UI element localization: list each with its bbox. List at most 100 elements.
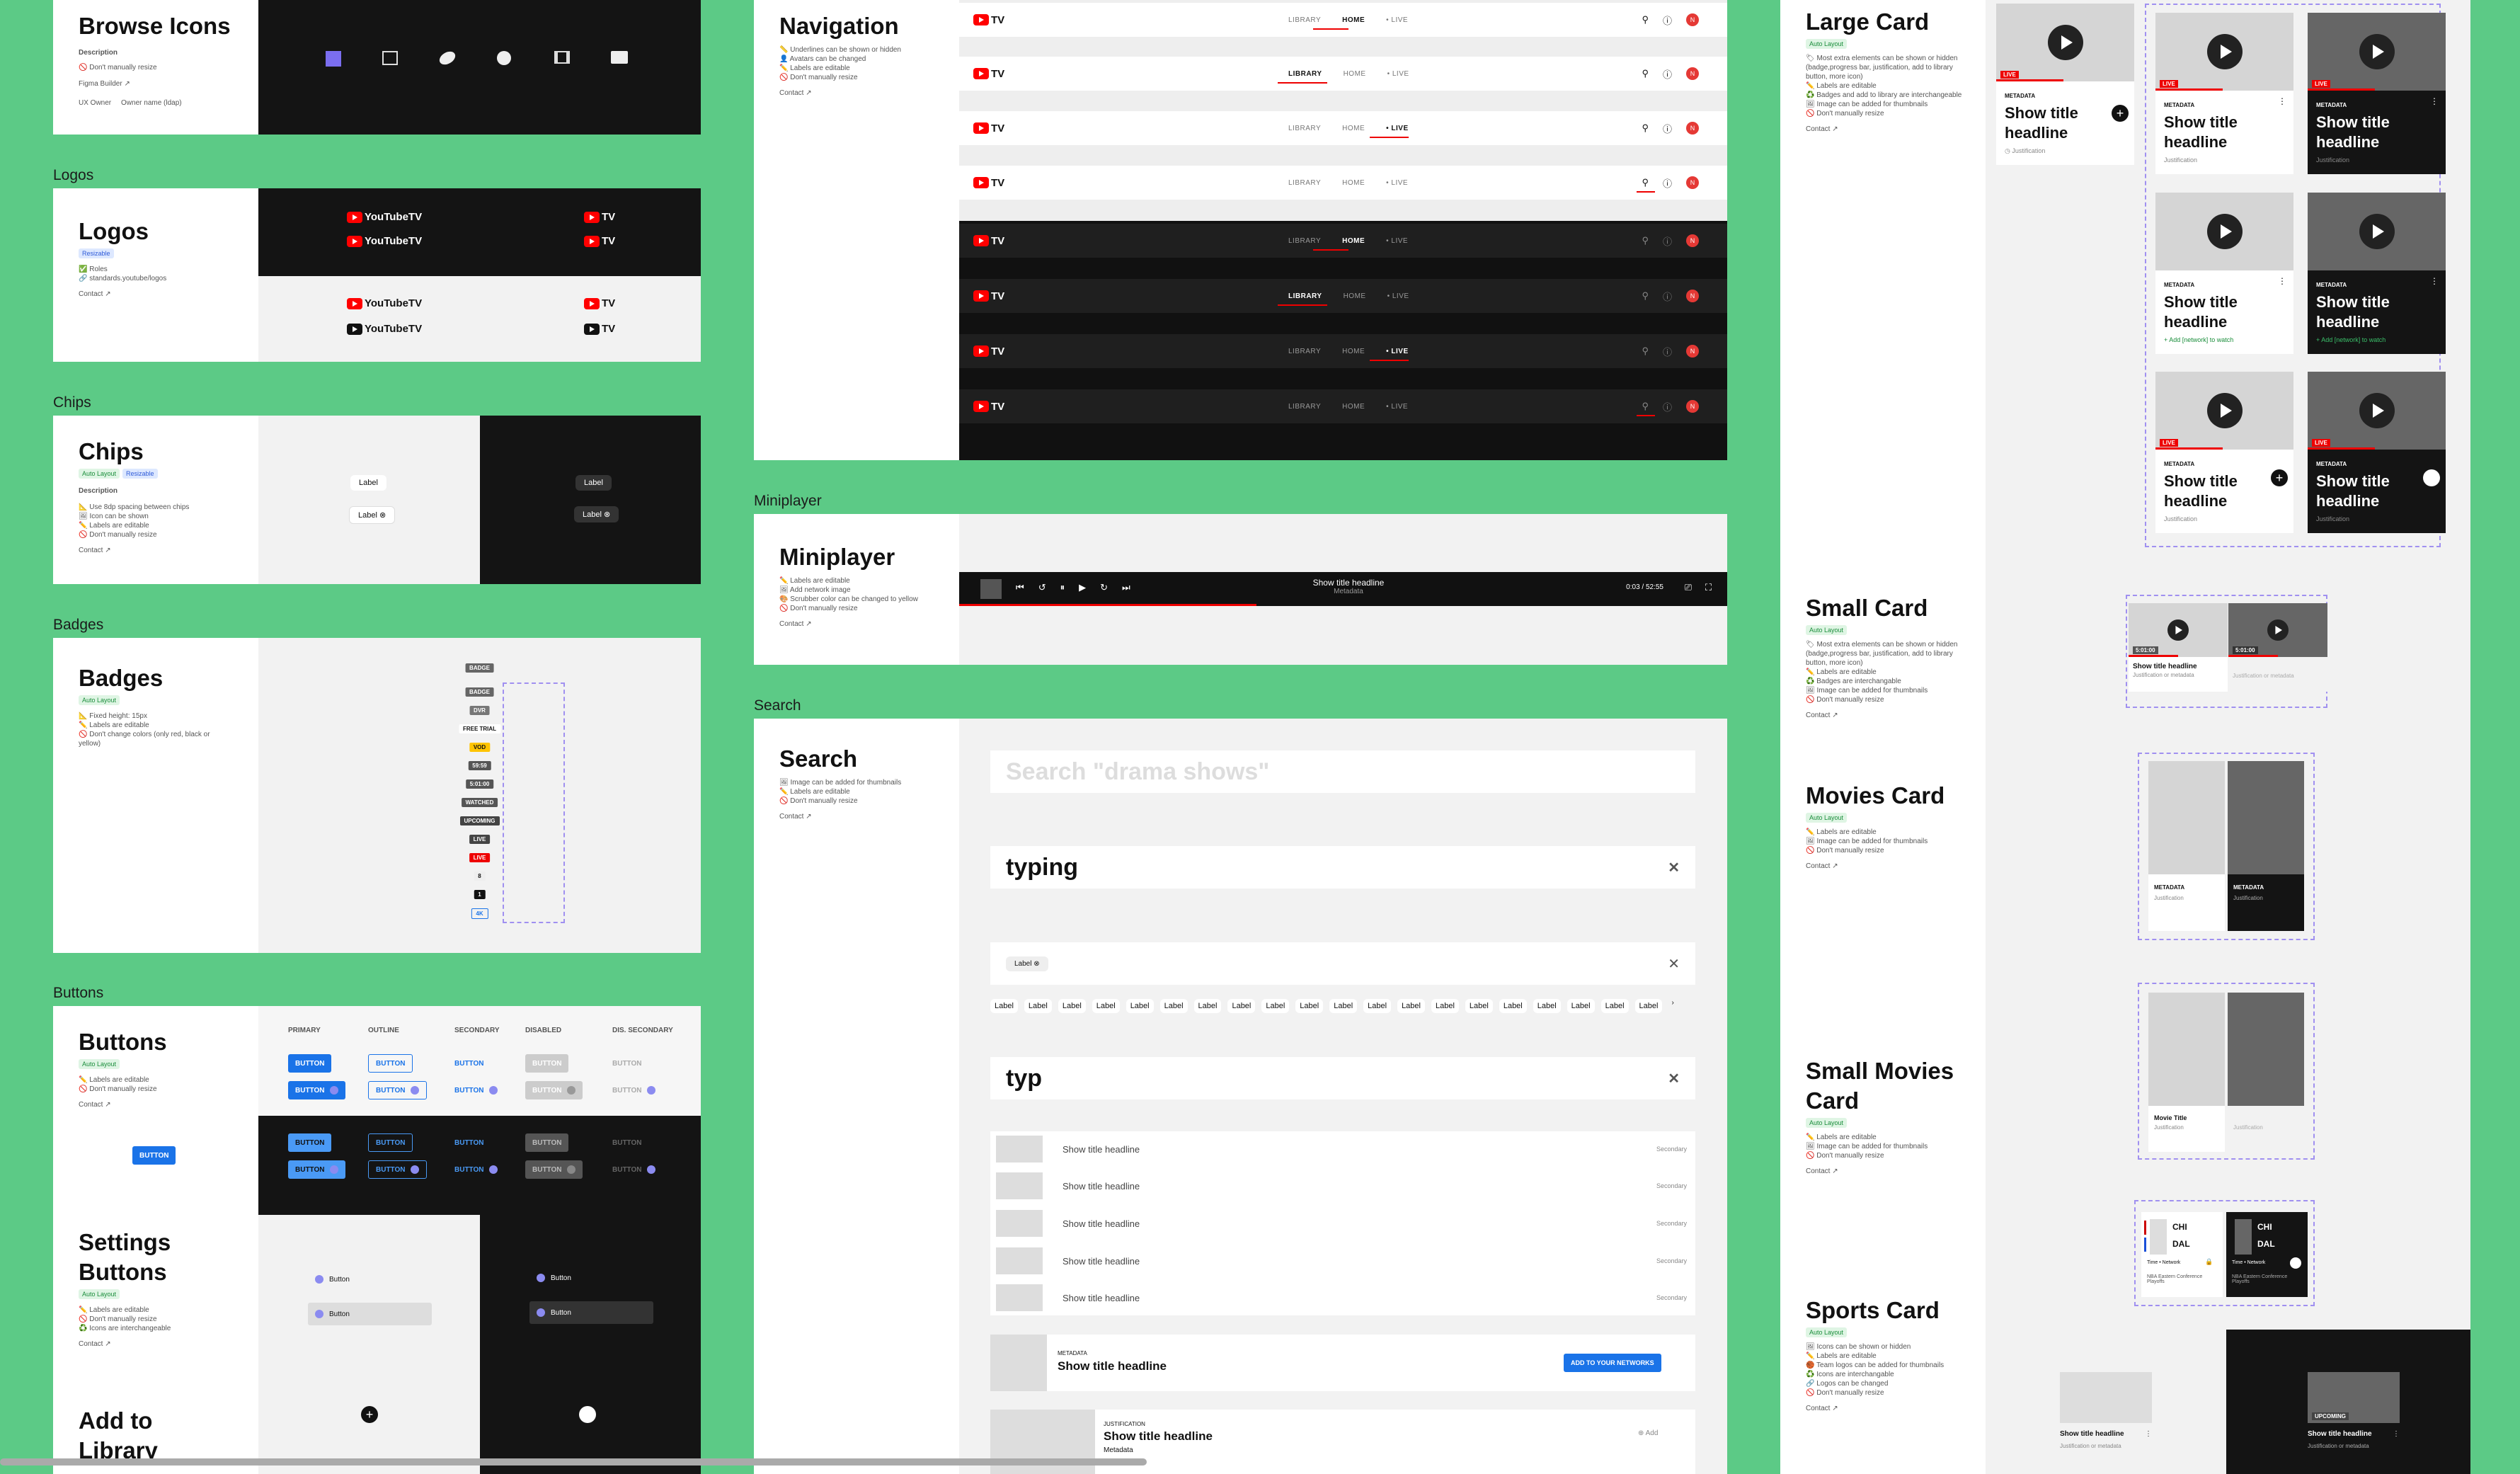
horizontal-scrollbar[interactable] [0, 1458, 1147, 1466]
search-icon[interactable]: ⚲ [1642, 68, 1649, 79]
primary-icon-button[interactable]: BUTTON [288, 1160, 346, 1179]
cast-icon[interactable]: ⎚ [1685, 582, 1692, 593]
contact-link[interactable]: Contact ↗ [779, 813, 934, 821]
play-icon[interactable] [2359, 214, 2395, 249]
suggestion-chip[interactable]: Label [1567, 999, 1595, 1013]
contact-link[interactable]: Contact ↗ [79, 290, 233, 298]
avatar[interactable]: N [1686, 345, 1699, 358]
settings-button[interactable]: Button [529, 1269, 578, 1287]
primary-button[interactable]: BUTTON [288, 1054, 332, 1073]
outline-button[interactable]: BUTTON [368, 1133, 413, 1152]
chip[interactable]: Label ⊗ [1006, 956, 1048, 971]
sports-card-dark[interactable]: CHI DAL Time • Network NBA Eastern Confe… [2226, 1212, 2308, 1297]
search-icon[interactable]: ⚲ [1642, 345, 1649, 357]
secondary-button[interactable]: BUTTON [447, 1054, 491, 1073]
nav-library[interactable]: LIBRARY [1288, 237, 1321, 245]
nav-library[interactable]: LIBRARY [1288, 348, 1321, 355]
avatar[interactable]: N [1686, 67, 1699, 80]
tv-logo[interactable]: TV [973, 235, 1004, 247]
fullscreen-icon[interactable]: ⛶ [1705, 582, 1712, 593]
suggestion-chip[interactable]: Label [1600, 999, 1629, 1013]
tv-logo[interactable]: TV [973, 177, 1004, 189]
scrubber[interactable] [959, 604, 1256, 606]
contact-link[interactable]: Contact ↗ [1806, 125, 1976, 133]
more-icon[interactable]: ⋮ [2393, 1430, 2400, 1438]
play-icon[interactable] [2206, 34, 2243, 69]
tv-logo[interactable]: TV [973, 401, 1004, 413]
help-icon[interactable]: ⓘ [1663, 13, 1672, 27]
result-row[interactable]: Show title headline Secondary [990, 1280, 1695, 1315]
clear-icon[interactable]: ✕ [1668, 1070, 1680, 1087]
secondary-icon-button[interactable]: BUTTON [447, 1160, 505, 1179]
play-icon[interactable] [2359, 393, 2395, 428]
chip-with-icon[interactable]: Label ⊗ [574, 506, 619, 522]
suggestion-chip[interactable]: Label [1024, 999, 1052, 1013]
search-icon[interactable]: ⚲ [1642, 122, 1649, 134]
outline-icon-button[interactable]: BUTTON [368, 1081, 428, 1099]
contact-link[interactable]: Contact ↗ [1806, 862, 1976, 870]
large-card[interactable]: METADATA Show title headline + Add [networ… [2155, 193, 2293, 354]
nav-library[interactable]: LIBRARY [1288, 16, 1321, 24]
suggestion-chip[interactable]: Label [1634, 999, 1663, 1013]
suggestion-chip[interactable]: Label [1227, 999, 1256, 1013]
primary-button[interactable]: BUTTON [132, 1146, 176, 1165]
avatar[interactable]: N [1686, 400, 1699, 413]
small-movies-card[interactable]: Movie Title Justification [2148, 993, 2225, 1152]
nav-library[interactable]: LIBRARY [1288, 292, 1322, 300]
primary-button[interactable]: BUTTON [288, 1133, 332, 1152]
forward-icon[interactable]: ↻ [1100, 582, 1108, 593]
small-movies-card-dark[interactable]: Justification [2228, 993, 2304, 1152]
add-icon[interactable]: + [2271, 469, 2288, 486]
help-icon[interactable]: ⓘ [1663, 290, 1672, 303]
nav-home[interactable]: HOME [1342, 237, 1365, 245]
network-result[interactable]: METADATA Show title headline ADD TO YOUR… [990, 1335, 1695, 1391]
nav-library[interactable]: LIBRARY [1288, 125, 1321, 132]
add-icon[interactable] [579, 1406, 596, 1423]
large-card[interactable]: LIVE METADATA Show title headline ◷ Just… [1996, 4, 2134, 165]
rewind-icon[interactable]: ↺ [1038, 582, 1046, 593]
outline-button[interactable]: BUTTON [368, 1054, 413, 1073]
tv-logo[interactable]: TV [973, 122, 1004, 135]
sports-card[interactable]: CHI DAL Time • Network 🔒 NBA Eastern Con… [2141, 1212, 2223, 1297]
contact-link[interactable]: Contact ↗ [79, 1101, 233, 1109]
large-card-dark[interactable]: METADATA Show title headline + Add [networ… [2308, 193, 2446, 354]
avatar[interactable]: N [1686, 234, 1699, 247]
add-icon[interactable] [2290, 1257, 2301, 1269]
suggestion-chip[interactable]: Label [1193, 999, 1222, 1013]
suggestion-chip[interactable]: Label [1533, 999, 1561, 1013]
pause-icon[interactable]: ⏸ [1060, 582, 1065, 593]
play-icon[interactable] [2206, 214, 2243, 249]
nav-home[interactable]: HOME [1342, 16, 1365, 24]
result-row[interactable]: Show title headline Secondary [990, 1243, 1695, 1279]
clear-icon[interactable]: ✕ [1668, 955, 1680, 973]
more-icon[interactable]: ⋮ [2278, 276, 2286, 286]
nav-home[interactable]: HOME [1342, 125, 1365, 132]
add-to-networks-button[interactable]: ADD TO YOUR NETWORKS [1564, 1354, 1661, 1372]
suggestion-chip[interactable]: Label [1295, 999, 1324, 1013]
tv-logo[interactable]: TV [973, 14, 1004, 26]
nav-library[interactable]: LIBRARY [1288, 70, 1322, 78]
suggestion-chip[interactable]: Label [990, 999, 1018, 1013]
suggestion-chip[interactable]: Label [1092, 999, 1120, 1013]
more-icon[interactable]: ⋮ [2278, 96, 2286, 106]
suggestion-chip[interactable]: Label [1465, 999, 1493, 1013]
nav-live[interactable]: • LIVE [1386, 16, 1408, 24]
avatar[interactable]: N [1686, 176, 1699, 189]
help-icon[interactable]: ⓘ [1663, 345, 1672, 358]
play-icon[interactable]: ▶ [1079, 582, 1086, 593]
add-icon[interactable]: + [361, 1406, 378, 1423]
suggestion-chip[interactable]: Label [1329, 999, 1358, 1013]
settings-button[interactable]: Button [308, 1270, 357, 1289]
nav-live[interactable]: • LIVE [1386, 348, 1409, 355]
contact-link[interactable]: Contact ↗ [79, 1340, 256, 1348]
help-icon[interactable]: ⓘ [1663, 400, 1672, 413]
contact-link[interactable]: Contact ↗ [1806, 1405, 1976, 1412]
secondary-icon-button[interactable]: BUTTON [447, 1081, 505, 1099]
contact-link[interactable]: Contact ↗ [1806, 712, 1976, 719]
result-row[interactable]: Show title headline Secondary [990, 1131, 1695, 1167]
help-icon[interactable]: ⓘ [1663, 67, 1672, 81]
clear-icon[interactable]: ✕ [1668, 859, 1680, 876]
nav-live[interactable]: • LIVE [1386, 179, 1408, 187]
chevron-right-icon[interactable]: › [1671, 999, 1673, 1013]
play-icon[interactable] [2167, 619, 2189, 641]
